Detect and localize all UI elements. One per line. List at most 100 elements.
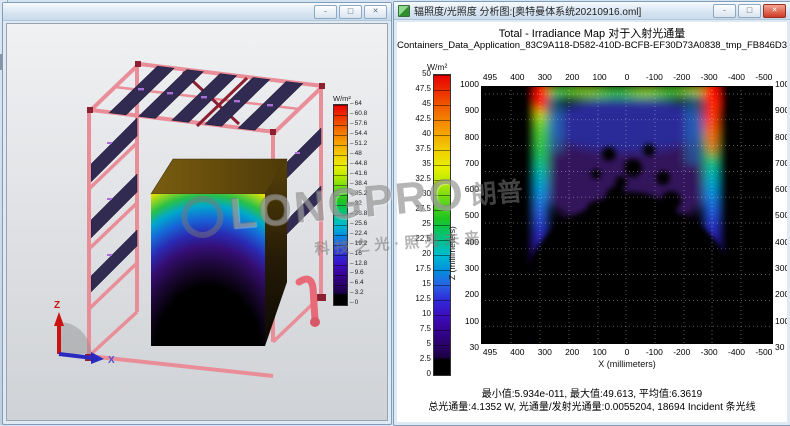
colorbar-map-tick: 10 <box>405 310 431 318</box>
colorbar-map-tick: 22.5 <box>405 235 431 243</box>
x-tick-label: -100 <box>645 72 663 82</box>
z-tick-label: 100 <box>775 317 787 326</box>
z-tick-label: 30 <box>775 343 787 352</box>
x-axis-arrow <box>91 352 104 364</box>
z-axis-title: Z (millimeters) <box>447 226 457 280</box>
z-tick-label: 700 <box>775 159 787 168</box>
colorbar-3d-tick: 22.4 <box>350 231 367 238</box>
z-tick-label: 300 <box>455 264 479 273</box>
z-tick-label: 1000 <box>455 80 479 89</box>
irradiance-heatmap[interactable] <box>481 86 773 344</box>
x-tick-label: 300 <box>536 347 554 357</box>
x-tick-label: 0 <box>618 347 636 357</box>
colorbar-3d-tick: 64 <box>350 101 367 108</box>
colorbar-3d-tick: 25.6 <box>350 221 367 228</box>
x-tick-label: -400 <box>728 347 746 357</box>
z-tick-label: 1000 <box>775 80 787 89</box>
x-axis-top: 4954003002001000-100-200-300-400-500 <box>481 72 773 82</box>
irradiance-map-client: Total - Irradiance Map 对于入射光通量 Container… <box>397 22 787 422</box>
colorbar-3d-tick: 38.4 <box>350 181 367 188</box>
colorbar-3d-tick: 32 <box>350 201 367 208</box>
colorbar-map-tick: 2.5 <box>405 355 431 363</box>
close-button[interactable]: ✕ <box>763 4 786 18</box>
colorbar-map-tick: 37.5 <box>405 145 431 153</box>
3d-scene: Z X <box>7 24 388 421</box>
x-axis-bottom: 4954003002001000-100-200-300-400-500 <box>481 347 773 357</box>
colorbar-map-tick: 35 <box>405 160 431 168</box>
z-axis-left: 100090080070060050040030020010030 <box>455 80 479 352</box>
x-tick-label: 200 <box>563 347 581 357</box>
x-tick-label: 300 <box>536 72 554 82</box>
colorbar-3d-tick: 0 <box>350 300 367 307</box>
colorbar-map: W/m² 5047.54542.54037.53532.53027.52522.… <box>405 62 457 378</box>
z-tick-label: 600 <box>455 185 479 194</box>
colorbar-3d-tick: 16 <box>350 251 367 258</box>
irradiance-face <box>151 194 265 346</box>
colorbar-map-tick: 27.5 <box>405 205 431 213</box>
colorbar-map-tick: 42.5 <box>405 115 431 123</box>
x-tick-label: -300 <box>700 72 718 82</box>
pipe-flange <box>310 317 320 327</box>
x-tick-label: -300 <box>700 347 718 357</box>
colorbar-3d-tick: 28.8 <box>350 211 367 218</box>
x-tick-label: 400 <box>508 72 526 82</box>
z-tick-label: 400 <box>455 238 479 247</box>
window-title: 辐照度/光照度 分析图:[奥特曼体系统20210916.oml] <box>414 3 641 18</box>
x-tick-label: 400 <box>508 347 526 357</box>
x-axis-title: X (millimeters) <box>481 359 773 369</box>
colorbar-3d-tick: 48 <box>350 151 367 158</box>
irradiated-box <box>151 159 287 346</box>
minimize-button[interactable]: – <box>314 5 337 19</box>
x-tick-label: -200 <box>673 347 691 357</box>
z-tick-label: 100 <box>455 317 479 326</box>
x-tick-label: -200 <box>673 72 691 82</box>
colorbar-map-tick: 50 <box>405 70 431 78</box>
minimize-button[interactable]: – <box>713 4 736 18</box>
x-tick-label: -500 <box>755 347 773 357</box>
model-view-window: – □ ✕ <box>2 2 392 425</box>
close-button[interactable]: ✕ <box>364 5 387 19</box>
x-tick-label: 495 <box>481 347 499 357</box>
model-view-titlebar[interactable]: – □ ✕ <box>3 3 391 21</box>
colorbar-3d-tick: 12.8 <box>350 261 367 268</box>
x-tick-label: -500 <box>755 72 773 82</box>
z-tick-label: 800 <box>455 133 479 142</box>
colorbar-3d: W/m² 6460.857.654.451.24844.841.638.435.… <box>333 94 388 307</box>
z-tick-label: 500 <box>455 211 479 220</box>
restore-button[interactable]: □ <box>339 5 362 19</box>
colorbar-map-tick: 45 <box>405 100 431 108</box>
colorbar-map-tick: 47.5 <box>405 85 431 93</box>
colorbar-map-tick: 17.5 <box>405 265 431 273</box>
restore-button[interactable]: □ <box>738 4 761 18</box>
colorbar-3d-tick: 3.2 <box>350 290 367 297</box>
z-tick-label: 30 <box>455 343 479 352</box>
z-axis-label: Z <box>54 300 60 311</box>
analysis-window-icon <box>398 5 410 17</box>
colorbar-map-tick: 32.5 <box>405 175 431 183</box>
colorbar-map-unit: W/m² <box>427 62 457 72</box>
z-axis-arrow <box>54 312 64 326</box>
z-axis-right: 100090080070060050040030020010030 <box>775 80 787 352</box>
z-tick-label: 900 <box>775 106 787 115</box>
x-tick-label: 0 <box>618 72 636 82</box>
colorbar-map-tick: 40 <box>405 130 431 138</box>
colorbar-3d-tick: 6.4 <box>350 280 367 287</box>
colorbar-map-tick: 0 <box>405 370 431 378</box>
colorbar-map-tick: 7.5 <box>405 325 431 333</box>
z-tick-label: 800 <box>775 133 787 142</box>
irradiance-map-titlebar[interactable]: 辐照度/光照度 分析图:[奥特曼体系统20210916.oml] – □ ✕ <box>394 2 790 20</box>
colorbar-3d-tick: 54.4 <box>350 131 367 138</box>
colorbar-3d-tick: 60.8 <box>350 111 367 118</box>
3d-viewport[interactable]: Z X W/m² 6460.857.654.451.24844.841.638.… <box>6 23 388 421</box>
colorbar-3d-tick: 44.8 <box>350 161 367 168</box>
z-tick-label: 600 <box>775 185 787 194</box>
x-tick-label: 200 <box>563 72 581 82</box>
z-tick-label: 200 <box>775 290 787 299</box>
colorbar-3d-tick: 41.6 <box>350 171 367 178</box>
x-tick-label: -100 <box>645 347 663 357</box>
chart-title: Total - Irradiance Map 对于入射光通量 <box>397 25 787 41</box>
colorbar-3d-tick: 35.2 <box>350 191 367 198</box>
z-tick-label: 300 <box>775 264 787 273</box>
z-tick-label: 400 <box>775 238 787 247</box>
x-tick-label: -400 <box>728 72 746 82</box>
